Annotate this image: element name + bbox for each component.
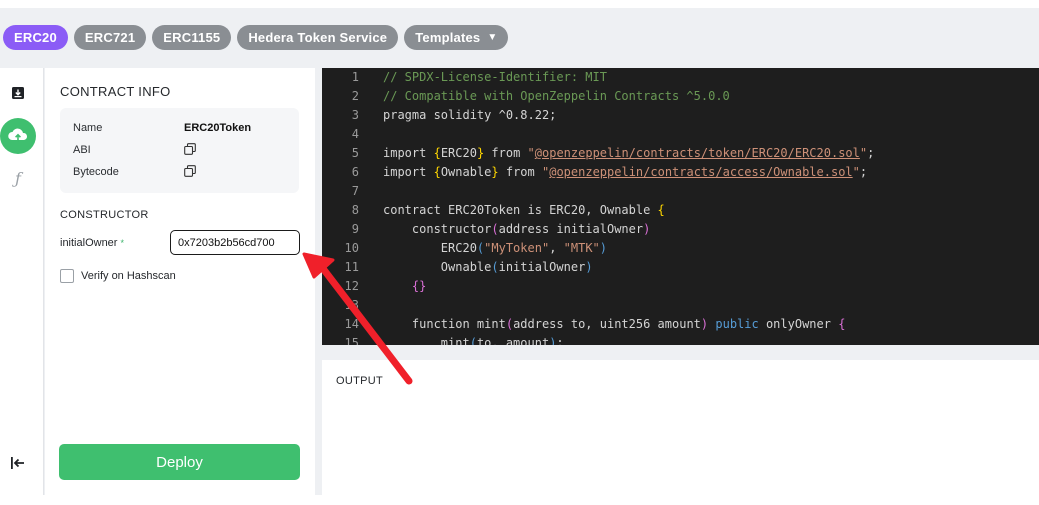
required-mark: * — [120, 238, 125, 248]
collapse-left-icon[interactable] — [0, 454, 36, 472]
caret-down-icon: ▼ — [487, 32, 498, 43]
verify-label: Verify on Hashscan — [81, 270, 176, 282]
line-number: 7 — [351, 184, 359, 198]
code-line-8: contract ERC20Token is ERC20, Ownable { — [383, 203, 665, 217]
line-number: 14 — [344, 317, 359, 331]
import-path-link[interactable]: @openzeppelin/contracts/access/Ownable.s… — [549, 165, 852, 179]
constructor-title: CONSTRUCTOR — [60, 209, 149, 221]
code-line-15: mint(to, amount); — [383, 336, 564, 345]
line-number: 13 — [344, 298, 359, 312]
line-number: 2 — [351, 89, 359, 103]
deploy-button[interactable]: Deploy — [59, 444, 300, 480]
code-line-12: {} — [383, 279, 427, 293]
line-number: 10 — [344, 241, 359, 255]
verify-checkbox[interactable] — [60, 269, 74, 283]
initial-owner-input[interactable] — [170, 230, 300, 255]
copy-icon[interactable] — [184, 165, 196, 180]
line-number: 8 — [351, 203, 359, 217]
code-line-11: Ownable(initialOwner) — [383, 260, 593, 274]
code-line-1: // SPDX-License-Identifier: MIT — [383, 70, 607, 84]
contract-info-title: CONTRACT INFO — [60, 84, 171, 99]
side-rail: ƒ — [0, 68, 44, 495]
code-line-3: pragma solidity ^0.8.22; — [383, 108, 557, 122]
code-line-9: constructor(address initialOwner) — [383, 222, 651, 236]
line-number: 1 — [351, 70, 359, 84]
download-icon[interactable] — [0, 84, 36, 102]
line-number: 4 — [351, 127, 359, 141]
info-label-name: Name — [73, 122, 103, 134]
code-line-6: import {Ownable} from "@openzeppelin/con… — [383, 165, 868, 179]
line-number: 12 — [344, 279, 359, 293]
tab-erc20[interactable]: ERC20 — [3, 25, 68, 50]
line-number: 3 — [351, 108, 359, 122]
info-label-abi: ABI — [73, 144, 91, 156]
contract-info-box: Name ERC20Token ABI Bytecode — [60, 108, 299, 193]
code-line-5: import {ERC20} from "@openzeppelin/contr… — [383, 146, 875, 160]
info-value-name: ERC20Token — [184, 122, 252, 134]
function-icon[interactable]: ƒ — [0, 168, 36, 188]
code-line-2: // Compatible with OpenZeppelin Contract… — [383, 89, 730, 103]
line-number: 5 — [351, 146, 359, 160]
line-number: 11 — [344, 260, 359, 274]
code-line-10: ERC20("MyToken", "MTK") — [383, 241, 607, 255]
output-panel: OUTPUT — [322, 360, 1039, 495]
initial-owner-label: initialOwner * — [60, 237, 125, 249]
tab-erc1155[interactable]: ERC1155 — [152, 25, 232, 50]
info-label-bytecode: Bytecode — [73, 166, 119, 178]
code-line-14: function mint(address to, uint256 amount… — [383, 317, 846, 331]
line-number: 6 — [351, 165, 359, 179]
import-path-link[interactable]: @openzeppelin/contracts/token/ERC20/ERC2… — [535, 146, 860, 160]
contract-type-tabs: ERC20 ERC721 ERC1155 Hedera Token Servic… — [3, 25, 509, 50]
code-editor[interactable]: 1 2 3 4 5 6 7 8 9 10 11 12 13 14 15 // S… — [322, 68, 1039, 345]
line-number: 9 — [351, 222, 359, 236]
tab-hedera-token-service[interactable]: Hedera Token Service — [237, 25, 399, 50]
deploy-panel: CONTRACT INFO Name ERC20Token ABI Byteco… — [45, 68, 315, 495]
tab-templates[interactable]: Templates ▼ — [404, 25, 509, 50]
line-number: 15 — [344, 336, 359, 345]
output-title: OUTPUT — [336, 375, 384, 387]
tab-erc721[interactable]: ERC721 — [73, 25, 147, 50]
copy-icon[interactable] — [184, 143, 196, 158]
cloud-upload-icon[interactable] — [0, 118, 36, 154]
